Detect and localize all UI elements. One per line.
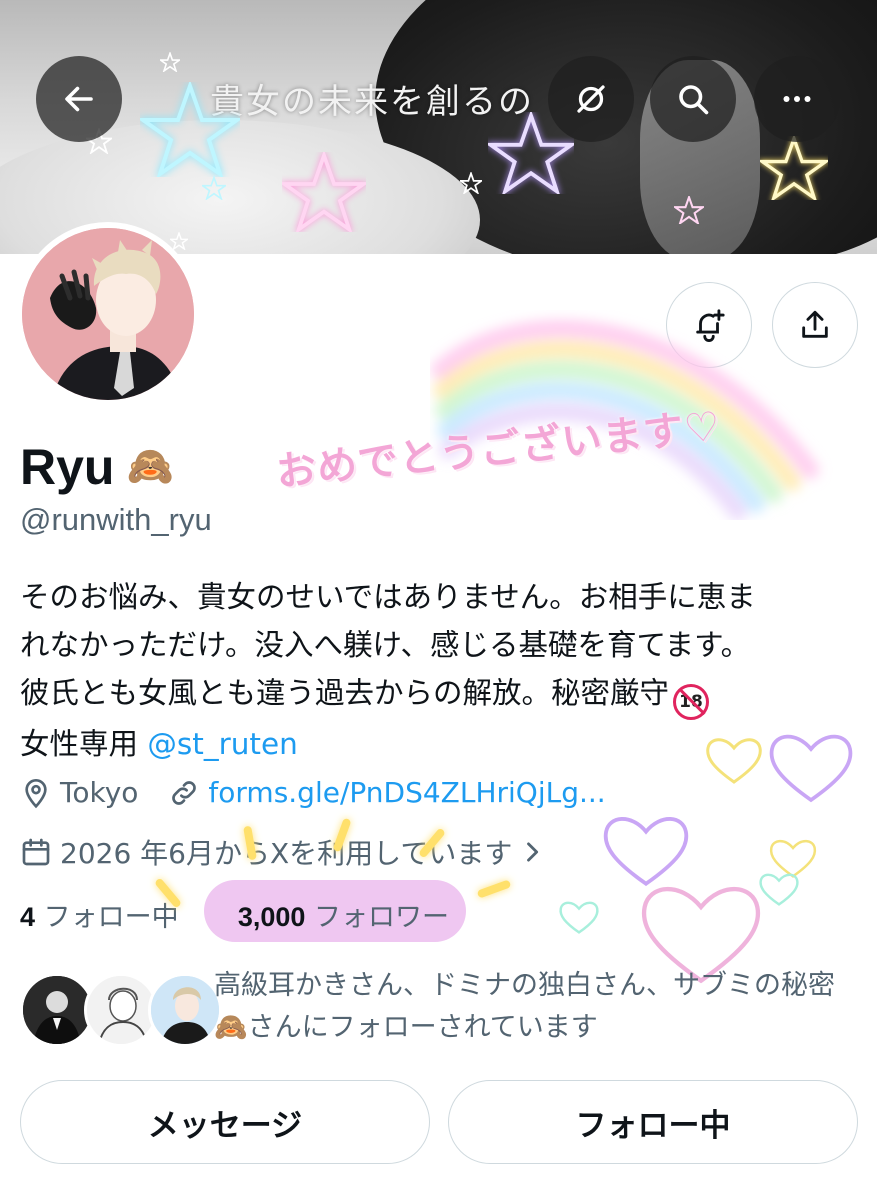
location-link-row: Tokyo forms.gle/PnDS4ZLHriQjLg... <box>20 776 606 809</box>
search-button[interactable] <box>650 56 736 142</box>
bio-line-4-text: 女性専用 <box>20 727 148 761</box>
avatar-illustration <box>22 228 194 400</box>
message-button[interactable]: メッセージ <box>20 1080 430 1164</box>
link-icon <box>172 780 197 805</box>
neon-star-cyan <box>140 82 240 177</box>
grok-icon <box>577 85 605 113</box>
followed-by-text: 高級耳かきさん、ドミナの独白さん、サブミの秘密🙈さんにフォローされています <box>214 970 835 1043</box>
banner-caption: 貴女の未来を創るの <box>210 82 534 122</box>
more-horizontal-icon <box>783 96 811 102</box>
joined-row[interactable]: 2026 年6月からXを利用しています <box>20 832 554 872</box>
avatar[interactable] <box>16 222 200 406</box>
chevron-right-icon <box>527 842 539 862</box>
following-label: フォロー中 <box>43 902 179 933</box>
back-button[interactable] <box>36 56 122 142</box>
neon-star-small-3 <box>160 52 180 72</box>
sparkle-line <box>476 879 512 899</box>
more-button[interactable] <box>754 56 840 142</box>
following-link[interactable]: 4 フォロー中 <box>20 902 179 933</box>
display-name: Ryu 🙈 <box>20 438 174 496</box>
profile-banner[interactable]: 貴女の未来を創るの <box>0 0 877 254</box>
neon-star-yellow <box>760 136 828 200</box>
bio-line-3: 彼氏とも女風とも違う過去からの解放。秘密厳守 18 <box>20 669 850 720</box>
arrow-left-icon <box>65 86 93 112</box>
follow-counts: 4 フォロー中 3,000 フォロワー <box>20 895 449 934</box>
profile-website-link[interactable]: forms.gle/PnDS4ZLHriQjLg... <box>208 776 605 809</box>
neon-star-small-2 <box>202 176 226 200</box>
no-under-18-icon: 18 <box>673 684 710 720</box>
bio-mention-link[interactable]: @st_ruten <box>147 727 297 761</box>
followers-link[interactable]: 3,000 フォロワー <box>238 902 449 933</box>
heart-sticker-mint-small <box>559 901 599 934</box>
joined-text: 2026 年6月からXを利用しています <box>60 837 513 870</box>
neon-star-small-6 <box>170 232 188 250</box>
bio-line-2: れなかっただけ。没入へ躾け、感じる基礎を育てます。 <box>20 628 751 662</box>
calendar-icon <box>22 838 50 866</box>
neon-star-pink <box>282 152 366 232</box>
location-pin-icon <box>25 778 47 808</box>
followers-you-know[interactable]: 高級耳かきさん、ドミナの独白さん、サブミの秘密🙈さんにフォローされています <box>20 965 860 1049</box>
neon-star-small-5 <box>674 196 704 224</box>
following-count: 4 <box>20 902 36 932</box>
heart-sticker-violet <box>769 734 853 803</box>
search-icon <box>679 85 709 115</box>
heart-sticker-lavender <box>603 817 689 887</box>
follower-avatar-2 <box>84 973 158 1047</box>
heart-sticker-yellow <box>706 738 762 784</box>
followers-label: フォロワー <box>313 902 449 933</box>
followers-count: 3,000 <box>237 902 306 932</box>
location-text: Tokyo <box>60 776 139 809</box>
see-no-evil-monkey-emoji: 🙈 <box>126 446 174 488</box>
grok-button[interactable] <box>548 56 634 142</box>
avatar-image <box>22 228 194 400</box>
follower-avatar-3 <box>148 973 222 1047</box>
follower-avatar-1 <box>20 973 94 1047</box>
bio-line-1: そのお悩み、貴女のせいではありません。お相手に恵ま <box>20 580 756 614</box>
neon-star-small-4 <box>460 172 482 194</box>
following-toggle-button[interactable]: フォロー中 <box>448 1080 858 1164</box>
display-name-text: Ryu <box>20 439 115 495</box>
bio-line-3-text: 彼氏とも女風とも違う過去からの解放。秘密厳守 <box>20 676 670 710</box>
username-handle: @runwith_ryu <box>20 502 212 537</box>
